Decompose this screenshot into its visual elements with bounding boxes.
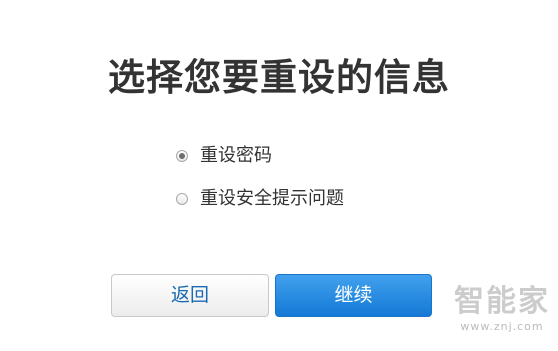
- back-button[interactable]: 返回: [111, 274, 269, 317]
- reset-options-group: 重设密码 重设安全提示问题: [176, 143, 344, 229]
- option-label-reset-password: 重设密码: [200, 145, 272, 166]
- radio-reset-security-question[interactable]: [176, 193, 188, 205]
- watermark-url: www.znj.com: [460, 320, 544, 333]
- page-title: 选择您要重设的信息: [108, 56, 450, 99]
- option-label-reset-security-question: 重设安全提示问题: [200, 188, 344, 209]
- watermark-logo-text: 智能家: [454, 284, 550, 319]
- option-reset-password[interactable]: 重设密码: [176, 143, 344, 169]
- option-reset-security-question[interactable]: 重设安全提示问题: [176, 186, 344, 212]
- continue-button[interactable]: 继续: [275, 274, 432, 317]
- watermark-logo: 智能家 www.znj.com: [454, 284, 550, 334]
- radio-reset-password[interactable]: [176, 150, 188, 162]
- reset-info-page: 选择您要重设的信息 重设密码 重设安全提示问题 返回 继续 智能家 www.zn…: [0, 0, 558, 351]
